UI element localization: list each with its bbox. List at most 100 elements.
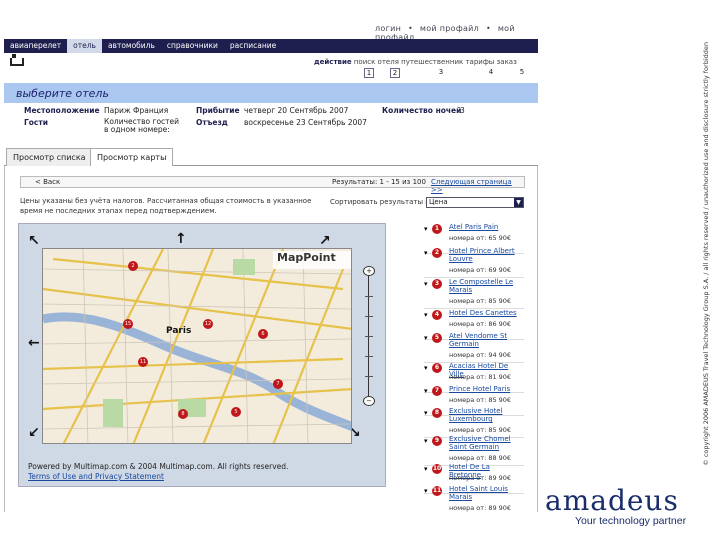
nav-tab-car[interactable]: автомобиль (102, 39, 161, 53)
hotel-name[interactable]: Hotel Des Canettes (449, 309, 524, 317)
map-marker-5[interactable]: 5 (231, 407, 241, 417)
view-tabs: Просмотр списка Просмотр карты (4, 148, 538, 167)
hotel-price: номера от: 86 90€ (449, 320, 512, 328)
nav-tab-schedule[interactable]: расписание (224, 39, 282, 53)
map-marker-8[interactable]: 8 (178, 409, 188, 419)
hotel-name[interactable]: Le Compostelle Le Marais (449, 278, 524, 294)
hotel-name[interactable]: Atel Vendome St Germain (449, 332, 524, 348)
expand-icon[interactable]: ▾ (424, 334, 428, 342)
map-marker-6[interactable]: 6 (258, 329, 268, 339)
location-label: Местоположение (24, 106, 100, 115)
hotel-pin: 6 (432, 363, 442, 373)
sort-label: Сортировать результаты по: (330, 198, 437, 206)
zoom-slider[interactable]: + − (363, 266, 375, 406)
hotel-name[interactable]: Hotel Saint Louis Marais (449, 485, 524, 501)
pan-northeast-icon[interactable]: ↗ (319, 234, 331, 248)
next-page-link[interactable]: Следующая страница >> (431, 178, 524, 194)
search-summary: Местоположение Париж Франция Прибытие че… (4, 104, 538, 134)
nav-tab-reference[interactable]: справочники (161, 39, 224, 53)
hotel-name[interactable]: Exclusive Hotel Luxembourg (449, 407, 524, 423)
zoom-out-icon[interactable]: − (363, 396, 375, 406)
zoom-tick (365, 376, 373, 377)
actions-text: поиск отеля путешественник тарифы заказ (353, 58, 517, 66)
expand-icon[interactable]: ▾ (424, 465, 428, 473)
nav-tab-hotel[interactable]: отель (67, 39, 102, 53)
hotel-pin: 10 (432, 464, 442, 474)
hotel-item[interactable]: ▾ 2 Hotel Prince Albert Louvre номера от… (424, 246, 524, 278)
hotel-price: номера от: 85 90€ (449, 396, 512, 404)
map-marker-2[interactable]: 2 (128, 261, 138, 271)
hotel-price: номера от: 81 90€ (449, 373, 512, 381)
nav-tab-flight[interactable]: авиаперелет (4, 39, 67, 53)
tab-list-view[interactable]: Просмотр списка (6, 148, 93, 166)
guests-value: Количество гостей в одном номере: (104, 117, 180, 134)
zoom-tick (365, 336, 373, 337)
hotel-item[interactable]: ▾ 3 Le Compostelle Le Marais номера от: … (424, 277, 524, 309)
map-graphic (43, 249, 351, 443)
zoom-in-icon[interactable]: + (363, 266, 375, 276)
sort-value: Цена (429, 198, 448, 206)
slide: логин • мой профайл • мой профайл авиапе… (0, 0, 720, 540)
nights-label: Количество ночей (382, 106, 462, 115)
step-2[interactable]: 2 (390, 68, 400, 78)
profile-link[interactable]: мой профайл (420, 24, 479, 33)
expand-icon[interactable]: ▾ (424, 409, 428, 417)
chevron-down-icon[interactable]: ▼ (514, 198, 523, 207)
back-link[interactable]: < Васк (35, 178, 60, 186)
expand-icon[interactable]: ▾ (424, 387, 428, 395)
sort-select[interactable]: Цена ▼ (426, 197, 524, 208)
screenshot-window: логин • мой профайл • мой профайл авиапе… (0, 0, 545, 512)
hotel-pin: 1 (432, 224, 442, 234)
map-marker-12[interactable]: 12 (203, 319, 213, 329)
map-view[interactable]: MapPoint Paris 15 2 12 6 8 5 11 7 (42, 248, 352, 444)
hotel-price: номера от: 69 90€ (449, 266, 512, 274)
hotel-item[interactable]: ▾ 11 Hotel Saint Louis Marais номера от:… (424, 484, 524, 512)
tab-map-view[interactable]: Просмотр карты (90, 148, 174, 167)
login-link[interactable]: логин (375, 24, 401, 33)
hotel-price: номера от: 65 90€ (449, 234, 512, 242)
step-numbers: 1 2 3 4 5 (360, 68, 530, 78)
results-count: Результаты: 1 - 15 из 100 (332, 178, 426, 186)
progress-steps: действие поиск отеля путешественник тари… (4, 54, 538, 80)
arrival-value: четверг 20 Сентябрь 2007 (244, 106, 349, 115)
hotel-price: номера от: 85 90€ (449, 426, 512, 434)
hotel-name[interactable]: Exclusive Chomel Saint Germain (449, 435, 524, 451)
zoom-tick (365, 316, 373, 317)
pan-north-icon[interactable]: ↑ (175, 232, 187, 246)
expand-icon[interactable]: ▾ (424, 249, 428, 257)
page-banner: выберите отель (4, 83, 538, 103)
expand-icon[interactable]: ▾ (424, 280, 428, 288)
terms-link[interactable]: Terms of Use and Privacy Statement (28, 472, 378, 482)
pan-southwest-icon[interactable]: ↙ (28, 426, 40, 440)
hotel-name[interactable]: Prince Hotel Paris (449, 385, 524, 393)
hotel-item[interactable]: ▾ 5 Atel Vendome St Germain номера от: 9… (424, 331, 524, 363)
map-marker-7[interactable]: 7 (273, 379, 283, 389)
map-marker-15[interactable]: 15 (123, 319, 133, 329)
expand-icon[interactable]: ▾ (424, 311, 428, 319)
hotel-pin: 3 (432, 279, 442, 289)
expand-icon[interactable]: ▾ (424, 225, 428, 233)
copyright-notice: © copyright 2006 AMADEUS Travel Technolo… (702, 42, 710, 466)
hotel-price: номера от: 88 90€ (449, 454, 512, 462)
hotel-pin: 5 (432, 333, 442, 343)
step-5: 5 (519, 68, 525, 76)
map-brand-label: MapPoint (277, 251, 336, 264)
pan-west-icon[interactable]: ← (28, 336, 40, 350)
hotel-pin: 8 (432, 408, 442, 418)
expand-icon[interactable]: ▾ (424, 364, 428, 372)
expand-icon[interactable]: ▾ (424, 487, 428, 495)
hotel-price: номера от: 89 90€ (449, 504, 512, 512)
expand-icon[interactable]: ▾ (424, 437, 428, 445)
price-note: Цены указаны без учёта налогов. Рассчита… (20, 197, 312, 215)
hotel-name[interactable]: Atel Paris Pain (449, 223, 524, 231)
map-city-label: Paris (166, 326, 192, 336)
step-4: 4 (488, 68, 494, 76)
pan-northwest-icon[interactable]: ↖ (28, 234, 40, 248)
step-1[interactable]: 1 (364, 68, 374, 78)
map-marker-11[interactable]: 11 (138, 357, 148, 367)
hotel-name[interactable]: Hotel Prince Albert Louvre (449, 247, 524, 263)
bed-icon (10, 54, 24, 66)
hotel-pin: 7 (432, 386, 442, 396)
main-nav: авиаперелет отель автомобиль справочники… (4, 39, 538, 53)
departure-label: Отъезд (196, 118, 228, 127)
